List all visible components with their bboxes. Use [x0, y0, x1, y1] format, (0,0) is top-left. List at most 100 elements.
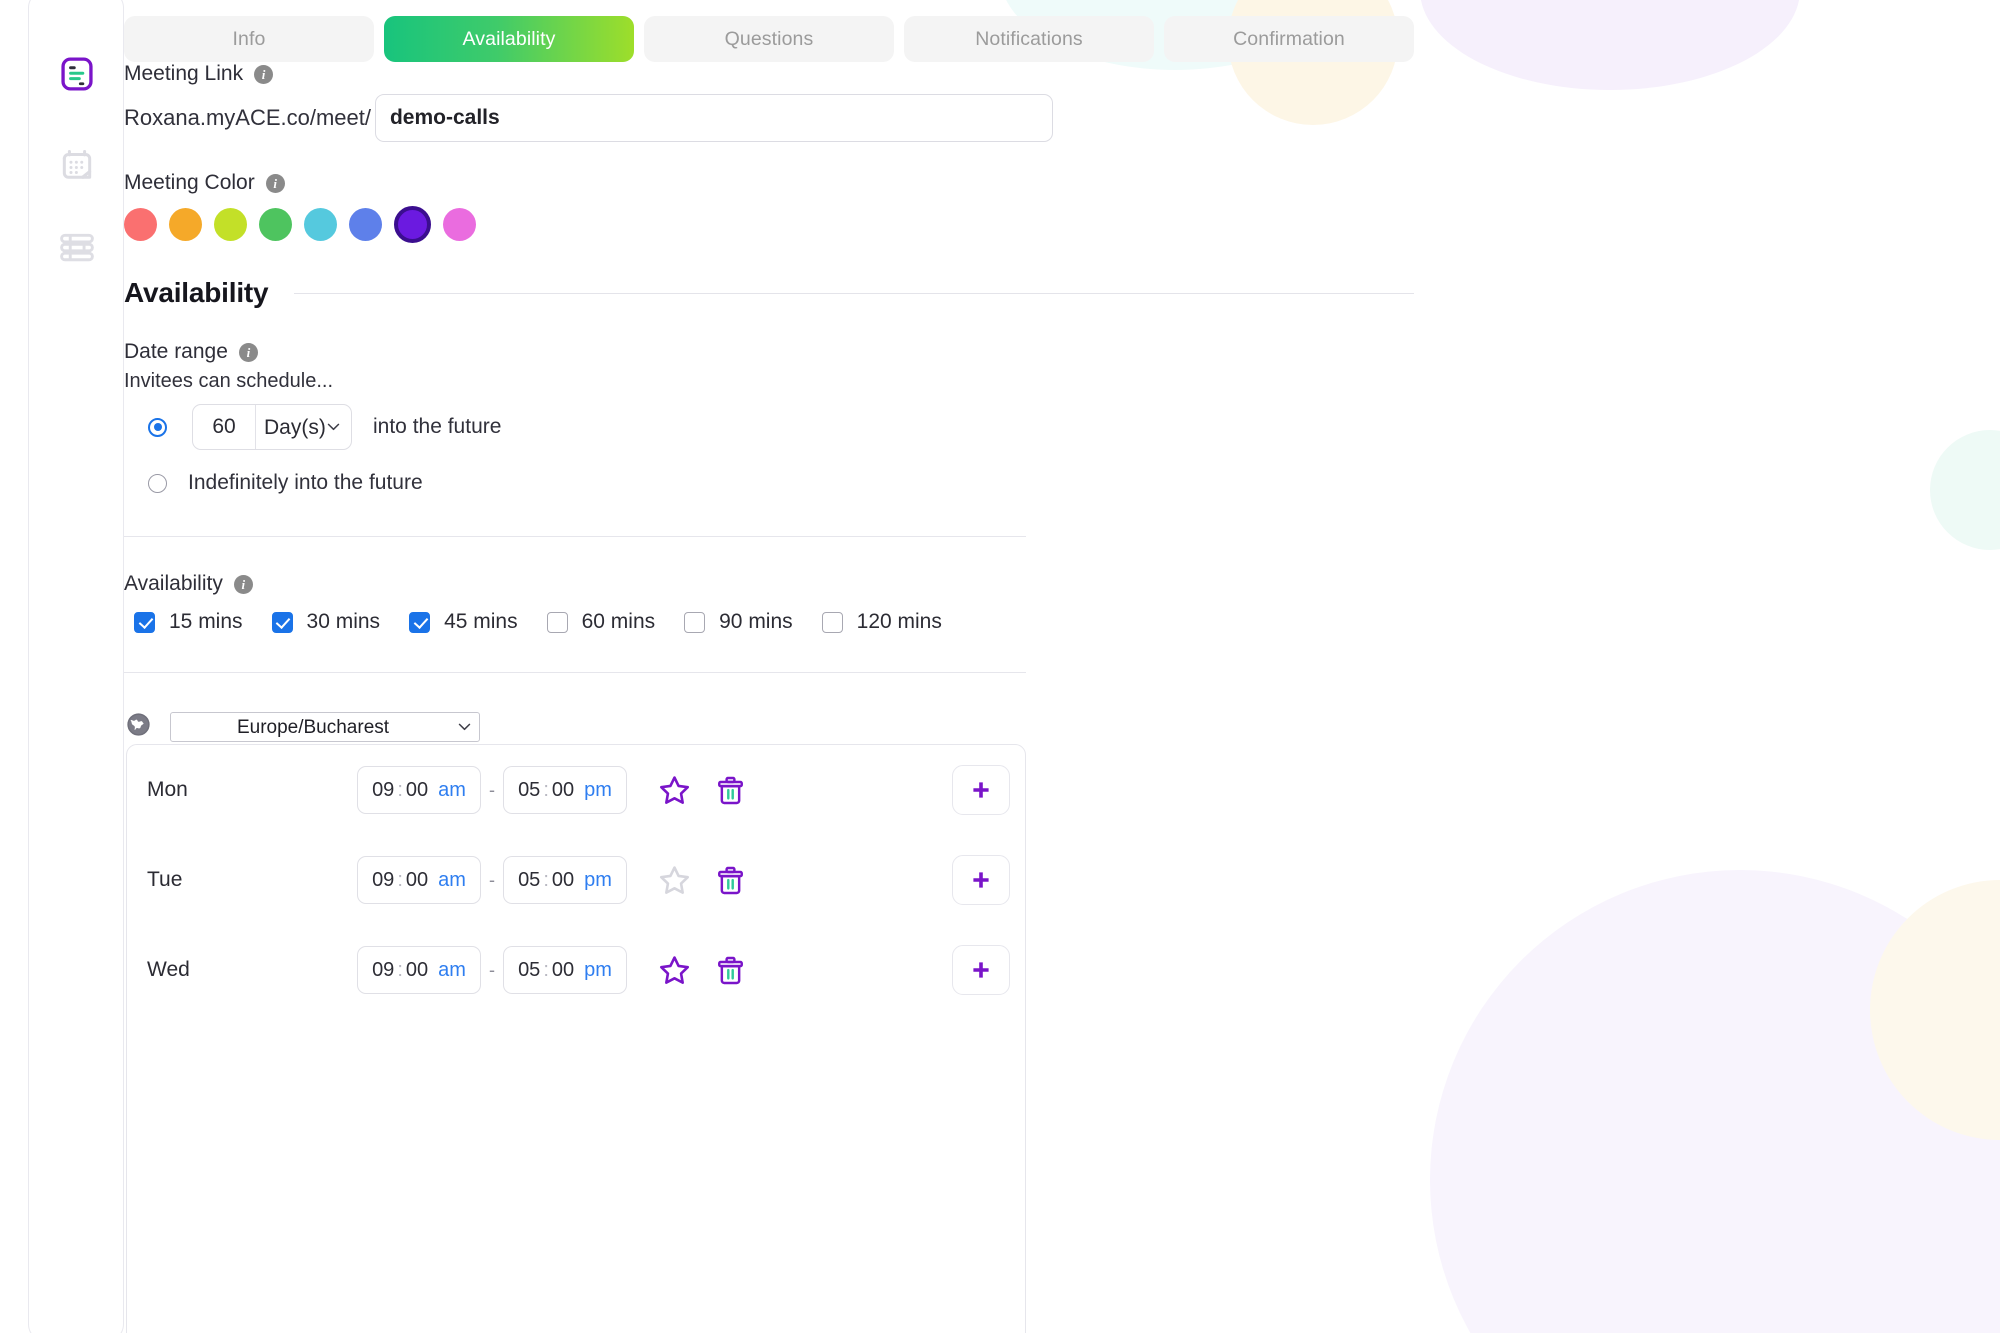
tab-questions[interactable]: Questions: [644, 16, 894, 62]
meeting-color-swatches: [124, 206, 476, 243]
indefinite-label: Indefinitely into the future: [188, 471, 423, 494]
info-icon[interactable]: i: [238, 342, 258, 362]
sidebar-item-bookings[interactable]: [29, 219, 125, 279]
duration-option-45[interactable]: 45 mins: [409, 610, 518, 634]
days-unit-select[interactable]: Day(s): [255, 405, 351, 449]
duration-label: 90 mins: [719, 610, 793, 633]
meeting-link-prefix: Roxana.myACE.co/meet/: [124, 105, 371, 130]
end-time-wed[interactable]: 05 : 00 pm: [503, 946, 627, 994]
checkbox-60-mins[interactable]: [546, 611, 568, 633]
start-meridiem: am: [438, 868, 466, 891]
date-range-label: Date range i: [124, 340, 258, 364]
checkbox-30-mins[interactable]: [271, 611, 293, 633]
time-range-separator: -: [489, 779, 495, 800]
end-minute: 00: [551, 958, 575, 981]
duration-label: 15 mins: [169, 610, 243, 633]
radio-indefinite[interactable]: [148, 473, 167, 493]
tab-info[interactable]: Info: [124, 16, 374, 62]
trash-icon: [717, 776, 743, 804]
meeting-link-label: Meeting Link i: [124, 62, 274, 86]
color-swatch-orange[interactable]: [169, 208, 202, 241]
duration-options: 15 mins 30 mins 45 mins 60 mins 90 mins …: [134, 610, 971, 634]
end-time-tue[interactable]: 05 : 00 pm: [503, 856, 627, 904]
checkbox-120-mins[interactable]: [821, 611, 843, 633]
tab-bar: Info Availability Questions Notification…: [124, 16, 1414, 62]
end-minute: 00: [551, 778, 575, 801]
start-hour: 09: [372, 868, 395, 891]
info-icon[interactable]: i: [265, 173, 285, 193]
meeting-link-input[interactable]: [374, 94, 1053, 142]
info-icon[interactable]: i: [233, 574, 253, 594]
day-label: Mon: [147, 778, 188, 801]
color-swatch-lime[interactable]: [214, 208, 247, 241]
favorite-star-button-wed[interactable]: [653, 949, 695, 991]
days-count-input[interactable]: [193, 405, 255, 449]
duration-option-15[interactable]: 15 mins: [134, 610, 243, 634]
days-unit-wrap: Day(s): [255, 405, 351, 449]
time-colon: :: [543, 778, 549, 801]
end-hour: 05: [518, 958, 541, 981]
add-time-slot-button-mon[interactable]: [952, 765, 1010, 815]
durations-label-text: Availability: [124, 572, 223, 595]
start-hour: 09: [372, 958, 395, 981]
add-time-slot-button-wed[interactable]: [952, 945, 1010, 995]
date-range-option-indefinite[interactable]: Indefinitely into the future: [148, 471, 423, 495]
start-time-mon[interactable]: 09 : 00 am: [357, 766, 481, 814]
app-root: Info Availability Questions Notification…: [0, 0, 2000, 1333]
durations-label: Availability i: [124, 572, 253, 596]
duration-option-120[interactable]: 120 mins: [821, 610, 942, 634]
divider: [124, 672, 1026, 673]
duration-option-60[interactable]: 60 mins: [546, 610, 656, 634]
day-label: Tue: [147, 868, 183, 891]
color-swatch-cyan[interactable]: [304, 208, 337, 241]
favorite-star-button-tue[interactable]: [653, 859, 695, 901]
duration-label: 120 mins: [856, 610, 942, 633]
timezone-row: Europe/Bucharest: [126, 712, 480, 742]
sidebar-item-calendar[interactable]: [29, 136, 125, 196]
meeting-types-icon: [58, 55, 96, 98]
days-number-group: Day(s): [192, 404, 352, 450]
time-colon: :: [543, 958, 549, 981]
color-swatch-red[interactable]: [124, 208, 157, 241]
checkbox-45-mins[interactable]: [409, 611, 431, 633]
delete-row-button-wed[interactable]: [709, 949, 751, 991]
globe-icon: [126, 712, 151, 742]
end-meridiem: pm: [584, 868, 612, 891]
sidebar-item-meeting-types[interactable]: [29, 46, 125, 106]
end-minute: 00: [551, 868, 575, 891]
delete-row-button-mon[interactable]: [709, 769, 751, 811]
end-time-mon[interactable]: 05 : 00 pm: [503, 766, 627, 814]
start-meridiem: am: [438, 778, 466, 801]
start-time-wed[interactable]: 09 : 00 am: [357, 946, 481, 994]
timezone-select[interactable]: Europe/Bucharest: [170, 712, 480, 742]
timezone-select-wrap: Europe/Bucharest: [170, 712, 480, 742]
date-range-option-days[interactable]: Day(s) into the future: [148, 404, 501, 450]
color-swatch-green[interactable]: [259, 208, 292, 241]
color-swatch-purple[interactable]: [394, 206, 431, 243]
favorite-star-button-mon[interactable]: [653, 769, 695, 811]
radio-days[interactable]: [148, 417, 167, 437]
page-title: Availability: [124, 277, 269, 308]
color-swatch-pink[interactable]: [443, 208, 476, 241]
duration-label: 60 mins: [581, 610, 656, 633]
tab-notifications[interactable]: Notifications: [904, 16, 1154, 62]
start-time-tue[interactable]: 09 : 00 am: [357, 856, 481, 904]
duration-option-90[interactable]: 90 mins: [684, 610, 793, 634]
tab-availability[interactable]: Availability: [384, 16, 634, 62]
end-hour: 05: [518, 868, 541, 891]
plus-icon: [973, 962, 989, 978]
duration-option-30[interactable]: 30 mins: [271, 610, 380, 634]
checkbox-90-mins[interactable]: [684, 611, 706, 633]
availability-section-header: Availability: [124, 277, 1414, 309]
main-content: Info Availability Questions Notification…: [124, 0, 2000, 1333]
delete-row-button-tue[interactable]: [709, 859, 751, 901]
bookings-list-icon: [57, 227, 97, 272]
color-swatch-blue[interactable]: [349, 208, 382, 241]
add-time-slot-button-tue[interactable]: [952, 855, 1010, 905]
trash-icon: [717, 866, 743, 894]
checkbox-15-mins[interactable]: [134, 611, 155, 633]
info-icon[interactable]: i: [254, 64, 274, 84]
tab-confirmation[interactable]: Confirmation: [1164, 16, 1414, 62]
plus-icon: [973, 782, 989, 798]
divider: [124, 536, 1026, 537]
